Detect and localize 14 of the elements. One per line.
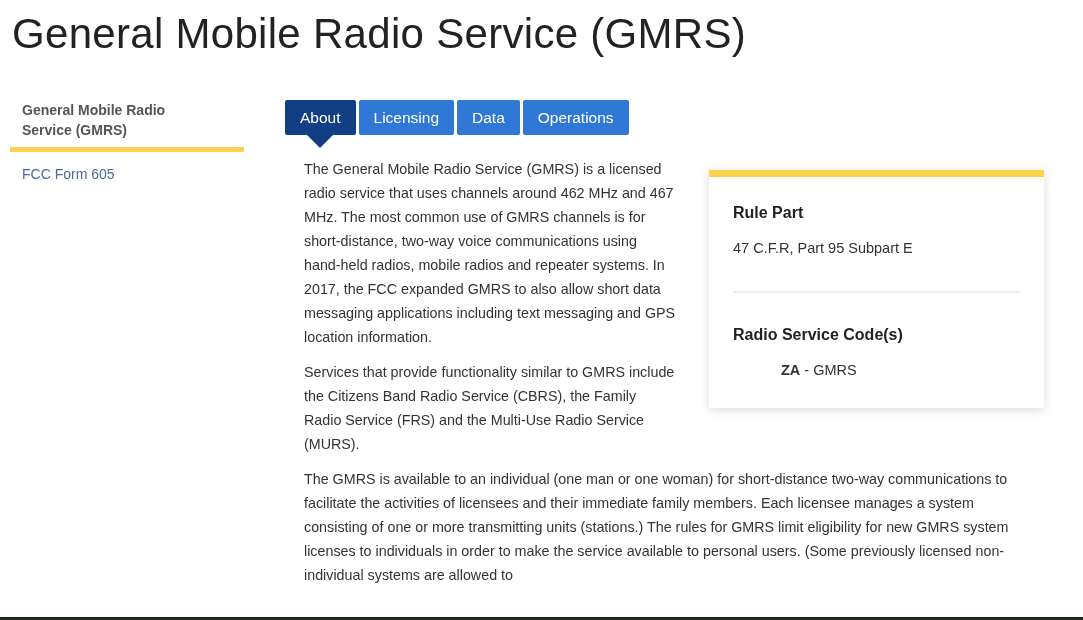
sidebar-link[interactable]: General Mobile Radio Service (GMRS) (10, 100, 244, 152)
paragraph: Services that provide functionality similar to GMRS include the Citizens Band Radio Service (CBRS), the Family Radio Service (FRS) and the Multi-Use Radio Service (MURS). (304, 363, 676, 454)
card-heading: Rule Part (733, 204, 805, 222)
card-value: ZA - GMRS (780, 362, 858, 378)
tab[interactable]: Data (457, 100, 520, 135)
card-value: 47 C.F.R, Part 95 Subpart E (733, 240, 914, 256)
paragraph: The General Mobile Radio Service (GMRS) is a licensed radio service that uses channels around 462 MHz and 467 MHz. The most common use of GMRS channels is for short-distance, two-way voice communications using hand-held radios, mobile radios and repeater systems. In 2017, the FCC expanded GMRS to also allow short data messaging applications including text messaging and GPS location information. (304, 160, 676, 347)
tab[interactable]: Operations (522, 100, 629, 135)
paragraph: The GMRS is available to an individual (one man or one woman) for short-distance two-way communications to facilitate the activities of licensees and their immediate family members. Each licensee manages a system consisting of one or more transmitting units (stations.) The rules for GMRS limit eligibility for new GMRS system licenses to individuals in order to make the service available to personal users. (Some previously licensed non-individual systems are allowed to (304, 470, 1010, 585)
tab-pointer-icon (307, 135, 334, 148)
tab[interactable]: Licensing (358, 100, 454, 135)
card-heading: Radio Service Code(s) (733, 326, 904, 344)
sidebar-link[interactable]: FCC Form 605 (10, 164, 244, 202)
page-title: General Mobile Radio Service (GMRS) (11, 9, 748, 59)
